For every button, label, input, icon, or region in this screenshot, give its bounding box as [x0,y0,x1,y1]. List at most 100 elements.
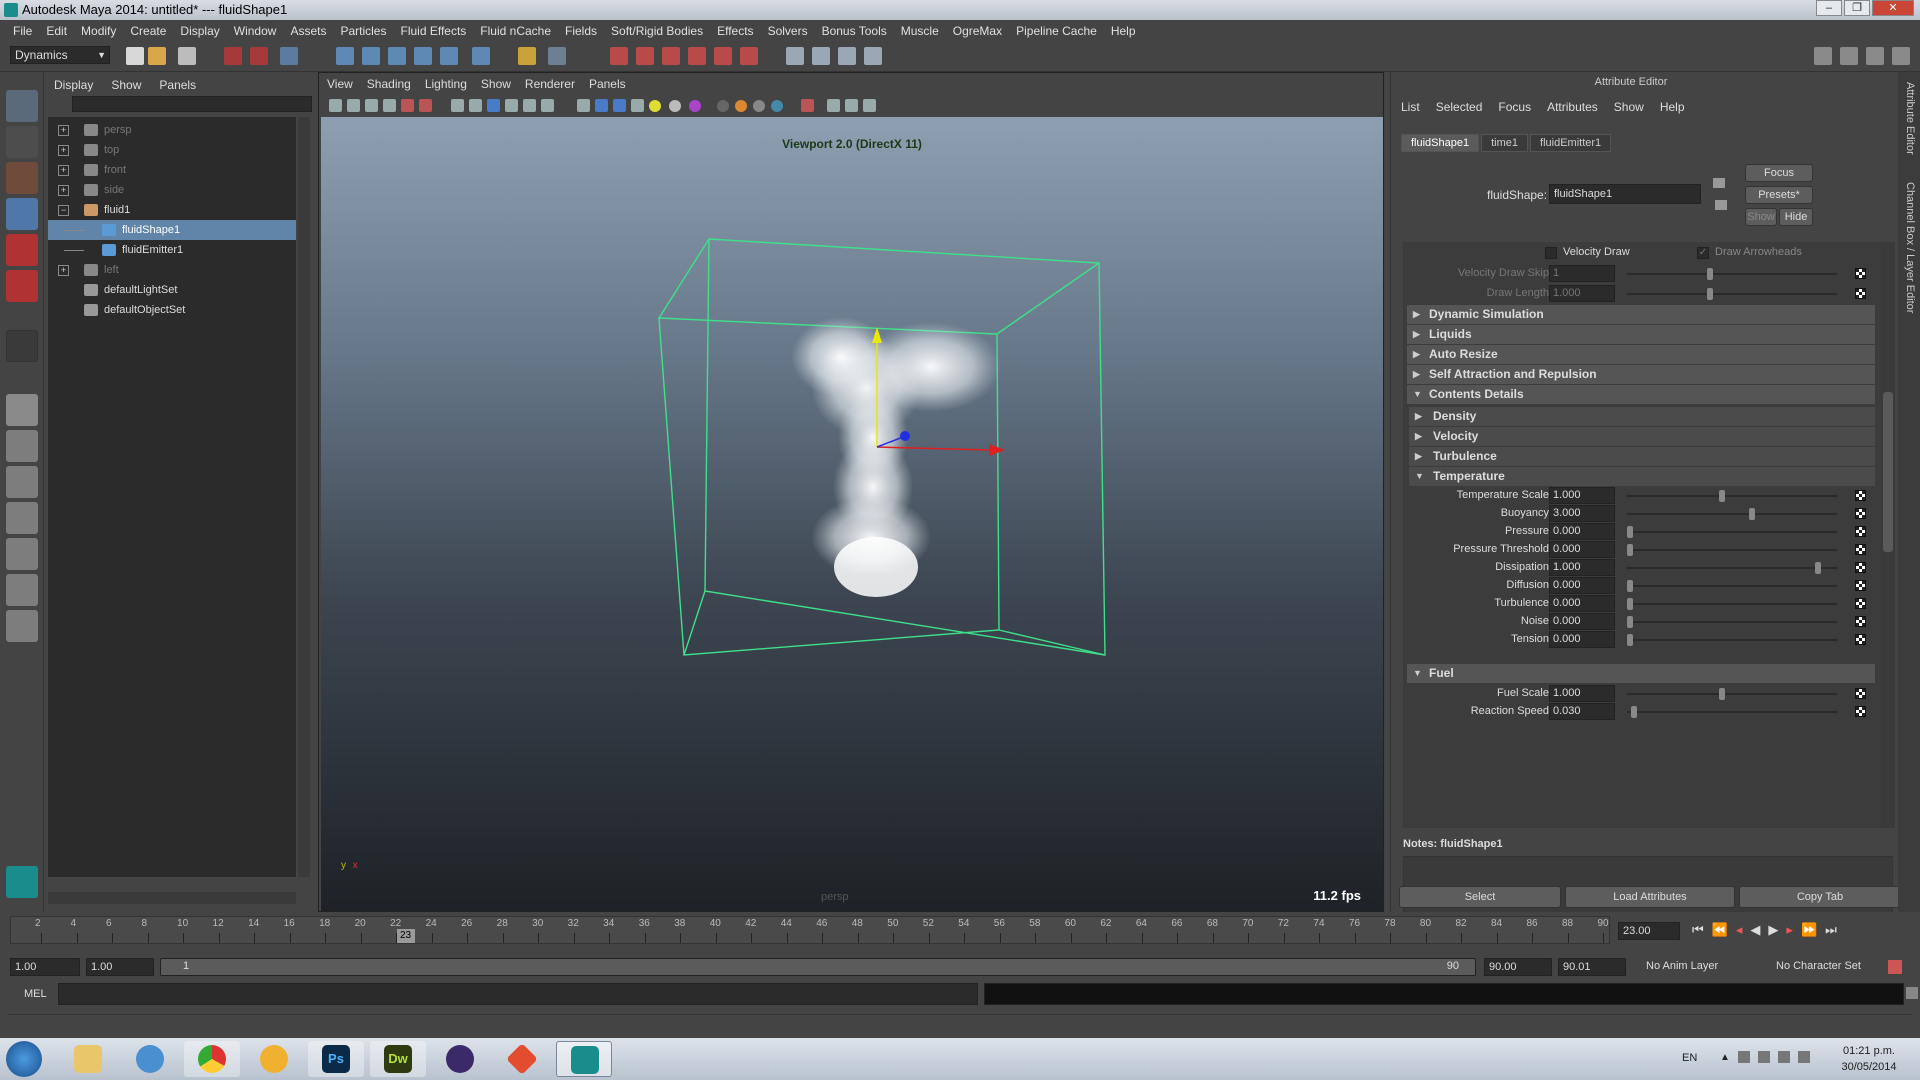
taskbar-chrome[interactable] [184,1041,240,1077]
menu-pipeline-cache[interactable]: Pipeline Cache [1009,24,1104,38]
map-button-icon[interactable] [1855,634,1866,645]
map-button-icon[interactable] [1855,616,1866,627]
menu-help[interactable]: Help [1104,24,1143,38]
expand-icon[interactable]: + [58,185,69,196]
expand-icon[interactable]: + [58,265,69,276]
render-settings-icon[interactable] [662,47,680,65]
select-hierarchy-icon[interactable] [224,47,242,65]
attr-value-field[interactable]: 3.000 [1549,505,1615,522]
render-region-icon[interactable] [740,47,758,65]
menu-fluid-effects[interactable]: Fluid Effects [393,24,473,38]
last-tool-icon[interactable] [6,330,38,362]
four-view-layout-icon[interactable] [6,430,38,462]
expand-icon[interactable]: + [58,145,69,156]
velocity-draw-skip-knob[interactable] [1707,268,1713,280]
section-self-attraction[interactable]: ▶ Self Attraction and Repulsion [1407,365,1875,384]
attr-slider[interactable] [1627,549,1837,551]
graph-editor-layout-icon[interactable] [6,574,38,606]
attr-slider-knob[interactable] [1627,598,1633,610]
attr-value-field[interactable]: 1.000 [1549,487,1615,504]
menu-modify[interactable]: Modify [74,24,123,38]
attr-slider-knob[interactable] [1631,706,1638,718]
menu-display[interactable]: Display [173,24,226,38]
select-object-icon[interactable] [250,47,268,65]
input-connection-icon[interactable] [1713,178,1725,188]
side-tab-attribute-editor[interactable]: Attribute Editor [1902,82,1916,162]
close-button[interactable]: ✕ [1872,0,1914,16]
menu-effects[interactable]: Effects [710,24,760,38]
select-component-icon[interactable] [280,47,298,65]
subsection-velocity[interactable]: ▶ Velocity [1409,427,1875,446]
viewport-menu-renderer[interactable]: Renderer [525,77,575,91]
tray-volume-icon[interactable] [1798,1051,1810,1063]
attr-slider[interactable] [1627,639,1837,641]
outliner-item-fluidemitter1[interactable]: fluidEmitter1 [48,240,296,260]
attr-value-field[interactable]: 1.000 [1549,559,1615,576]
menu-ogremax[interactable]: OgreMax [946,24,1009,38]
outliner-item-defaultlightset[interactable]: defaultLightSet [48,280,296,300]
render-current-icon[interactable] [610,47,628,65]
menu-fluid-ncache[interactable]: Fluid nCache [473,24,558,38]
relative-transform-icon[interactable] [812,47,830,65]
anim-layer-dropdown[interactable]: No Anim Layer [1646,960,1718,972]
select-button[interactable]: Select [1399,886,1561,908]
tray-network-icon[interactable] [1738,1051,1750,1063]
tab-fluidemitter1[interactable]: fluidEmitter1 [1530,134,1612,152]
menu-fields[interactable]: Fields [558,24,604,38]
velocity-draw-skip-field[interactable]: 1 [1549,265,1615,282]
attr-value-field[interactable]: 0.000 [1549,595,1615,612]
collapse-icon[interactable]: − [58,205,69,216]
attr-slider-knob[interactable] [1718,688,1725,700]
render-view-icon[interactable] [714,47,732,65]
attr-slider[interactable] [1627,567,1837,569]
hide-button[interactable]: Hide [1779,208,1813,226]
tray-flag-icon[interactable] [1758,1051,1770,1063]
menu-edit[interactable]: Edit [39,24,74,38]
map-button-icon[interactable] [1855,598,1866,609]
viewport-menu-shading[interactable]: Shading [367,77,411,91]
outliner-item-front[interactable]: + front [48,160,296,180]
time-ruler[interactable]: 2 4 6 8 10 12 14 16 18 20 22 24 26 28 30 32 34 36 38 40 42 44… [10,916,1610,944]
map-button-icon[interactable] [1855,526,1866,537]
attr-slider[interactable] [1627,693,1837,695]
ipr-icon[interactable] [548,47,566,65]
outliner-item-defaultobjectset[interactable]: defaultObjectSet [48,300,296,320]
ae-menu-focus[interactable]: Focus [1498,100,1531,114]
section-dynamic-simulation[interactable]: ▶ Dynamic Simulation [1407,305,1875,324]
viewport-menu-lighting[interactable]: Lighting [425,77,467,91]
attr-value-field[interactable]: 0.000 [1549,541,1615,558]
outliner-item-persp[interactable]: + persp [48,120,296,140]
select-tool-icon[interactable] [6,90,38,122]
outliner-menu-display[interactable]: Display [54,78,93,92]
map-button-icon[interactable] [1855,706,1866,717]
menu-soft-rigid-bodies[interactable]: Soft/Rigid Bodies [604,24,710,38]
save-scene-icon[interactable] [178,47,196,65]
construction-icon[interactable] [518,47,536,65]
snap-point-icon[interactable] [388,47,406,65]
outliner-menu-panels[interactable]: Panels [159,78,196,92]
minimize-button[interactable]: – [1816,0,1842,16]
animation-start-field[interactable]: 1.00 [10,958,80,976]
snap-plane-icon[interactable] [414,47,432,65]
taskbar-explorer[interactable] [60,1041,116,1077]
current-time-marker[interactable]: 23 [396,929,415,943]
persp-graph-layout-icon[interactable] [6,502,38,534]
node-name-field[interactable]: fluidShape1 [1549,184,1701,204]
attr-slider-knob[interactable] [1627,616,1633,628]
menu-file[interactable]: File [6,24,39,38]
persp-hypershade-layout-icon[interactable] [6,538,38,570]
outliner-search-input[interactable] [72,96,312,112]
lasso-tool-icon[interactable] [6,126,38,158]
clock-date[interactable]: 30/05/2014 [1838,1061,1900,1073]
command-language-label[interactable]: MEL [24,988,47,1000]
attr-slider[interactable] [1627,513,1837,515]
snap-surface-icon[interactable] [440,47,458,65]
ae-menu-attributes[interactable]: Attributes [1547,100,1598,114]
outliner-menu-show[interactable]: Show [111,78,141,92]
select-by-name-icon[interactable] [864,47,882,65]
outliner-item-fluid1[interactable]: − fluid1 [48,200,296,220]
rotate-tool-icon[interactable] [6,234,38,266]
outliner-vertical-scrollbar[interactable] [298,117,310,877]
hypershade-icon[interactable] [688,47,706,65]
step-back-key-icon[interactable]: ⏪ [1712,922,1728,938]
